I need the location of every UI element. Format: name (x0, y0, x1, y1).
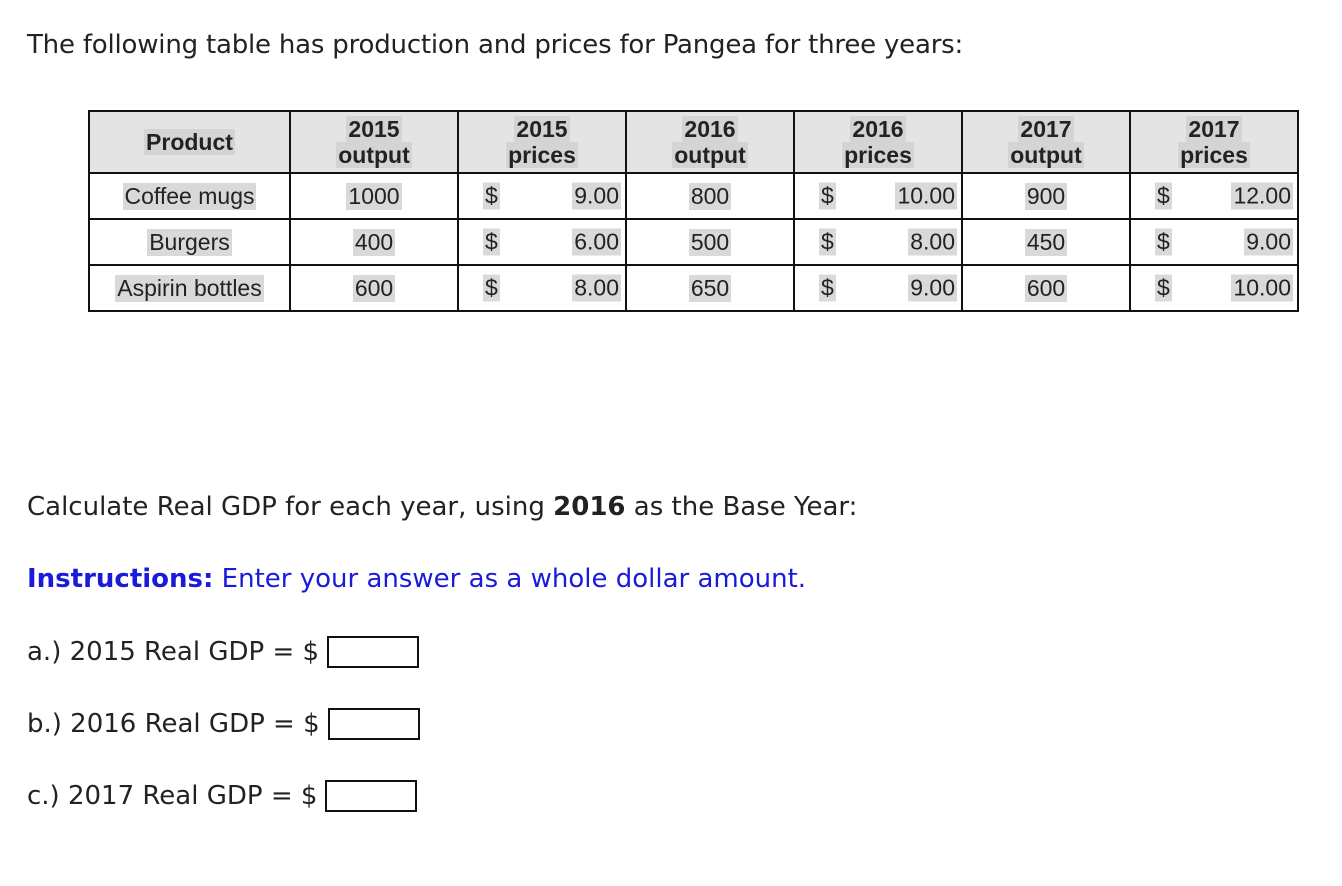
answer-row-2016: b.) 2016 Real GDP = $ (27, 708, 420, 740)
base-year: 2016 (553, 492, 626, 522)
answer-row-2015: a.) 2015 Real GDP = $ (27, 636, 420, 668)
real-gdp-2015-input[interactable] (327, 636, 420, 668)
cell-output-2017: 450 (961, 218, 1131, 266)
cell-output-2016: 650 (625, 264, 795, 312)
cell-price-2016: $8.00 (793, 218, 963, 266)
cell-output-2016: 800 (625, 172, 795, 220)
cell-product: Burgers (88, 218, 291, 266)
cell-price-2017: $10.00 (1129, 264, 1299, 312)
cell-output-2015: 400 (289, 218, 459, 266)
cell-price-2015: $8.00 (457, 264, 627, 312)
real-gdp-2016-input[interactable] (327, 708, 420, 740)
header-2017-prices: 2017 prices (1129, 110, 1299, 174)
cell-price-2016: $10.00 (793, 172, 963, 220)
cell-output-2017: 600 (961, 264, 1131, 312)
cell-output-2015: 600 (289, 264, 459, 312)
cell-output-2016: 500 (625, 218, 795, 266)
cell-product: Aspirin bottles (88, 264, 291, 312)
cell-output-2015: 1000 (289, 172, 459, 220)
real-gdp-2017-input[interactable] (325, 780, 418, 812)
cell-product: Coffee mugs (88, 172, 291, 220)
header-product: Product (88, 110, 291, 174)
question-text: Calculate Real GDP for each year, using … (27, 492, 858, 522)
table-header-row: Product 2015 output 2015 prices 2016 output… (88, 110, 1299, 174)
instructions-label: Instructions: (27, 564, 214, 594)
header-2015-output: 2015 output (289, 110, 459, 174)
cell-price-2015: $9.00 (457, 172, 627, 220)
answer-label-2015: a.) 2015 Real GDP = $ (27, 637, 320, 667)
cell-price-2017: $12.00 (1129, 172, 1299, 220)
cell-price-2016: $9.00 (793, 264, 963, 312)
header-2015-prices: 2015 prices (457, 110, 627, 174)
answer-label-2016: b.) 2016 Real GDP = $ (27, 709, 320, 739)
cell-price-2017: $9.00 (1129, 218, 1299, 266)
table-row: Coffee mugs 1000 $9.00 800 $10.00 900 $1… (88, 172, 1299, 220)
header-2016-prices: 2016 prices (793, 110, 963, 174)
cell-output-2017: 900 (961, 172, 1131, 220)
answer-row-2017: c.) 2017 Real GDP = $ (27, 780, 418, 812)
intro-text: The following table has production and p… (27, 30, 964, 60)
answer-label-2017: c.) 2017 Real GDP = $ (27, 781, 318, 811)
production-prices-table: Product 2015 output 2015 prices 2016 output… (88, 110, 1299, 312)
table-row: Burgers 400 $6.00 500 $8.00 450 $9.00 (88, 218, 1299, 266)
cell-price-2015: $6.00 (457, 218, 627, 266)
header-2017-output: 2017 output (961, 110, 1131, 174)
instructions-text: Instructions: Enter your answer as a who… (27, 564, 807, 594)
table-row: Aspirin bottles 600 $8.00 650 $9.00 600 … (88, 264, 1299, 312)
header-2016-output: 2016 output (625, 110, 795, 174)
